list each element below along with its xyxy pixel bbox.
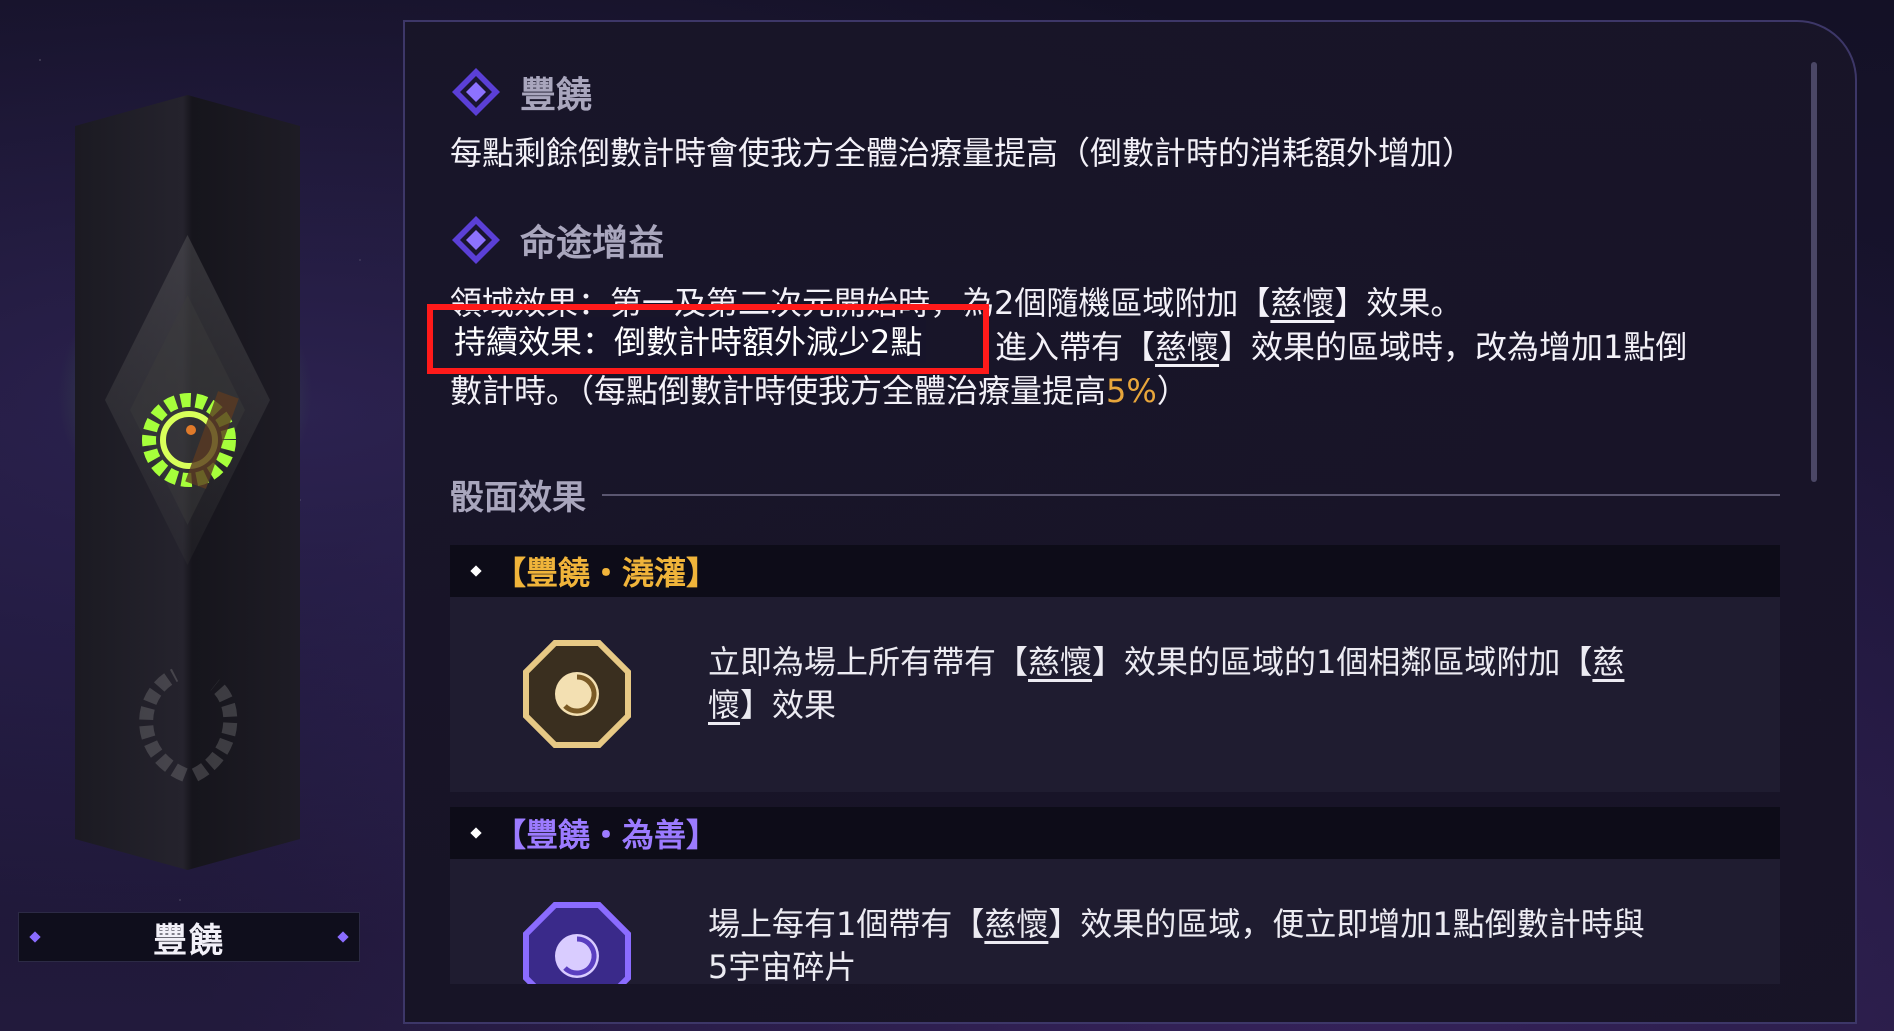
path-description: 每點剩餘倒數計時會使我方全體治療量提高（倒數計時的消耗額外增加） [450,134,1475,172]
keyword-link[interactable]: 慈 [1592,643,1624,681]
effect-text: 】效果 [740,686,837,724]
heal-bonus-value: 5% [1106,372,1157,410]
effect-text: 】效果的區域時，改為增加1點倒 [1219,328,1688,366]
path-buff-header: 命途增益 [450,214,664,266]
faded-laurel-icon [139,668,238,782]
bullet-icon [470,827,482,839]
purple-octagon-swirl-icon [523,902,631,984]
dice-card-text: 立即為場上所有帶有【慈懷】效果的區域的1個相鄰區域附加【慈 懷】效果 [708,641,1738,727]
dice-section-header: 骰面效果 [450,470,1780,519]
effect-text: 】效果的區域的1個相鄰區域附加【 [1092,643,1593,681]
dice-card-title: 【豐饒・澆灌】 [494,554,719,592]
keyword-link[interactable]: 慈懷 [1270,284,1334,322]
dice-card[interactable]: 立即為場上所有帶有【慈懷】效果的區域的1個相鄰區域附加【慈 懷】效果 [450,597,1780,792]
path-buff-title: 命途增益 [520,223,665,264]
path-name: 豐饒 [153,920,225,961]
dice-card-header: 【豐饒・澆灌】 [450,545,1780,597]
keyword-link[interactable]: 慈懷 [1155,328,1219,366]
dice-section-title: 骰面效果 [450,478,586,518]
effect-text: 5宇宙碎片 [708,948,857,984]
effect-text: 場上每有1個帶有【 [708,905,985,943]
keyword-link[interactable]: 懷 [708,686,740,724]
abundance-wreath-icon [142,391,239,489]
dice-card[interactable]: 場上每有1個帶有【慈懷】效果的區域，便立即增加1點倒數計時與 5宇宙碎片 [450,859,1780,984]
diamond-icon [29,931,41,943]
red-highlight-box [427,304,989,374]
effect-text: 數計時。（每點倒數計時使我方全體治療量提高 [450,372,1107,410]
dice-card-title: 【豐饒・為善】 [494,816,719,854]
effect-text: 立即為場上所有帶有【 [708,643,1029,681]
path-header: 豐饒 [450,66,592,118]
gold-octagon-swirl-icon [523,640,631,748]
effect-text: ） [1156,372,1189,410]
dice-card-text: 場上每有1個帶有【慈懷】效果的區域，便立即增加1點倒數計時與 5宇宙碎片 [708,903,1738,984]
continuous-effect-line: 進入帶有【慈懷】效果的區域時，改為增加1點倒 [995,322,1687,368]
divider [602,493,1780,496]
path-pillar [35,95,335,870]
bullet-icon [470,565,482,577]
effect-text: 】效果。 [1334,284,1463,322]
effect-text: 進入帶有【 [995,328,1156,366]
effect-text: 】效果的區域，便立即增加1點倒數計時與 [1048,905,1645,943]
keyword-link[interactable]: 慈懷 [1028,643,1092,681]
path-name-plate: 豐饒 [18,912,360,962]
path-buff-icon [452,216,500,264]
dice-card-header: 【豐饒・為善】 [450,807,1780,859]
abundance-path-icon [452,68,500,116]
path-title: 豐饒 [520,75,593,116]
diamond-icon [337,931,349,943]
scrollbar[interactable] [1811,62,1817,482]
keyword-link[interactable]: 慈懷 [984,905,1048,943]
